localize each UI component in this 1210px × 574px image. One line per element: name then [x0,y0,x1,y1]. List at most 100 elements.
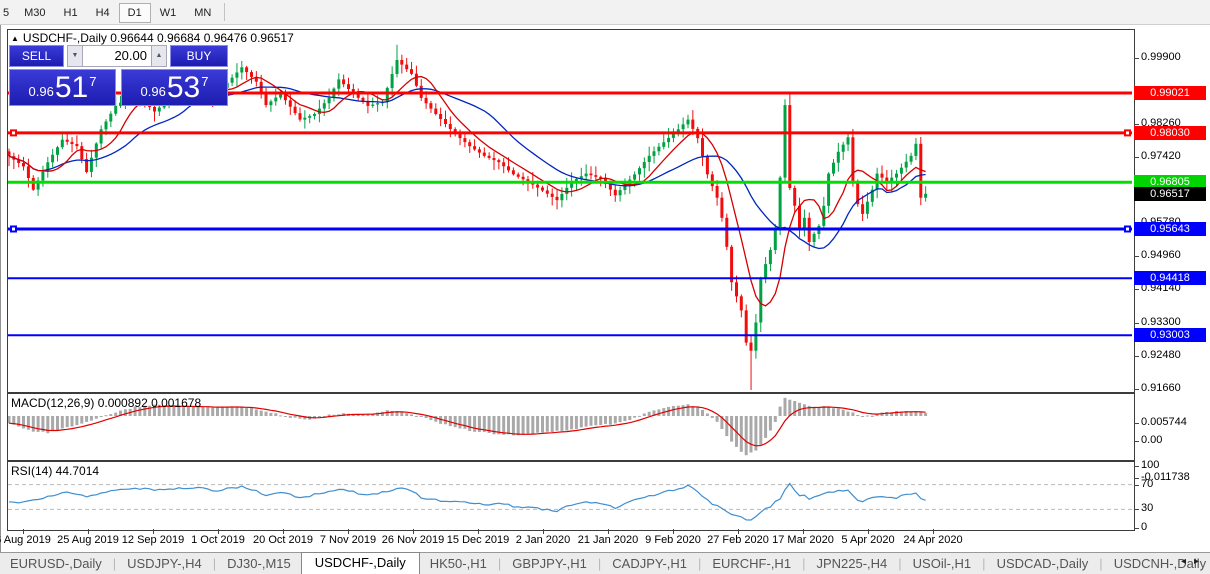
triangle-down-icon: ▼ [72,52,79,59]
rsi-indicator-panel [7,461,1135,531]
price-tick-label: 0.97420 [1141,150,1181,162]
chart-tab-usdchf-daily[interactable]: USDCHF-,Daily [301,552,420,574]
timeframe-button-5[interactable]: 5 [0,3,15,23]
rsi-chart [8,462,1132,528]
one-click-trade-panel: SELL ▼ 20.00 ▲ BUY 0.96 51 7 0.96 53 7 [9,45,228,106]
volume-decrease-button[interactable]: ▼ [67,45,83,67]
price-badge-0.94418: 0.94418 [1134,271,1206,285]
timeframe-button-mn[interactable]: MN [185,3,220,23]
buy-price-prefix: 0.96 [141,84,166,99]
timeframe-button-d1[interactable]: D1 [119,3,151,23]
date-label: 6 Aug 2019 [0,534,51,546]
price-badge-0.99021: 0.99021 [1134,86,1206,100]
chart-tab-dj30-m15[interactable]: DJ30-,M15 [217,556,301,571]
price-tick-mark [1134,323,1139,324]
volume-input[interactable]: 20.00 [83,45,151,67]
price-tick-mark [1134,389,1139,390]
chart-tab-eurusd-daily[interactable]: EURUSD-,Daily [0,556,112,571]
volume-increase-button[interactable]: ▲ [151,45,167,67]
ma-fast-line [9,77,926,306]
rsi-tick-label: 100 [1141,459,1159,471]
chart-symbol-period: USDCHF-,Daily [23,31,107,45]
tab-scroll-right-icon[interactable]: ▸ [1194,556,1207,567]
date-label: 25 Aug 2019 [57,534,119,546]
chart-tab-usdcad-daily[interactable]: USDCAD-,Daily [987,556,1099,571]
rsi-tick-label: 0 [1141,521,1147,533]
buy-button[interactable]: BUY [170,45,228,67]
price-tick-mark [1134,356,1139,357]
rsi-tick-label: 70 [1141,478,1153,490]
chart-tab-cadjpy-h1[interactable]: CADJPY-,H1 [602,556,697,571]
sell-price-big-digits: 51 [55,73,88,103]
price-tick-label: 0.91660 [1141,382,1181,394]
triangle-up-icon: ▲ [156,52,163,59]
date-label: 5 Apr 2020 [841,534,894,546]
macd-tick-mark [1134,478,1139,479]
chart-tab-usoil-h1[interactable]: USOil-,H1 [903,556,982,571]
price-badge-0.93003: 0.93003 [1134,328,1206,342]
symbol-marker-icon: ▲ [11,34,19,43]
chart-tab-gbpjpy-h1[interactable]: GBPJPY-,H1 [502,556,597,571]
date-label: 15 Dec 2019 [447,534,509,546]
rsi-line [9,484,926,521]
timeframe-button-h4[interactable]: H4 [87,3,119,23]
ma-slow-line [9,87,926,249]
timeframe-toolbar: 5M30H1H4D1W1MN [0,0,1210,25]
timeframe-button-m30[interactable]: M30 [15,3,54,23]
macd-tick-mark [1134,423,1139,424]
date-label: 1 Oct 2019 [191,534,245,546]
chart-tab-eurchf-h1[interactable]: EURCHF-,H1 [702,556,801,571]
timeframe-button-h1[interactable]: H1 [55,3,87,23]
macd-signal-line [9,406,926,446]
rsi-tick-mark [1134,485,1139,486]
date-label: 2 Jan 2020 [516,534,570,546]
sell-quote-button[interactable]: 0.96 51 7 [9,69,116,106]
date-label: 21 Jan 2020 [578,534,639,546]
buy-price-pip-digit: 7 [201,74,208,89]
price-tick-mark [1134,124,1139,125]
chart-tab-hk50-h1[interactable]: HK50-,H1 [420,556,497,571]
buy-quote-button[interactable]: 0.96 53 7 [121,69,228,106]
date-label: 7 Nov 2019 [320,534,376,546]
date-label: 24 Apr 2020 [903,534,962,546]
price-badge-0.98030: 0.98030 [1134,126,1206,140]
price-tick-mark [1134,289,1139,290]
date-label: 12 Sep 2019 [122,534,184,546]
price-tick-mark [1134,256,1139,257]
price-tick-mark [1134,157,1139,158]
price-tick-label: 0.93300 [1141,316,1181,328]
macd-label: MACD(12,26,9) 0.000892 0.001678 [11,396,201,410]
sell-button[interactable]: SELL [9,45,64,67]
macd-tick-label: 0.00 [1141,434,1162,446]
chart-tabs: EURUSD-,Daily|USDJPY-,H4|DJ30-,M15USDCHF… [0,553,1210,574]
price-badge-0.96517: 0.96517 [1134,187,1206,201]
tab-scroll-left-icon[interactable]: ◂ [1181,556,1194,567]
macd-tick-mark [1134,441,1139,442]
date-label: 27 Feb 2020 [707,534,769,546]
date-label: 26 Nov 2019 [382,534,444,546]
buy-price-big-digits: 53 [167,73,200,103]
chart-tab-usdjpy-h4[interactable]: USDJPY-,H4 [117,556,212,571]
timeframe-button-w1[interactable]: W1 [151,3,186,23]
chart-title: ▲ USDCHF-,Daily 0.96644 0.96684 0.96476 0… [11,31,294,45]
trading-terminal: 5M30H1H4D1W1MN ▲ USDCHF-,Daily 0.96644 0.… [0,0,1210,574]
rsi-tick-label: 30 [1141,502,1153,514]
chart-tab-jpn225-h4[interactable]: JPN225-,H4 [806,556,897,571]
rsi-label: RSI(14) 44.7014 [11,464,99,478]
toolbar-separator [224,3,225,21]
price-tick-mark [1134,58,1139,59]
price-badge-0.95643: 0.95643 [1134,222,1206,236]
date-label: 17 Mar 2020 [772,534,834,546]
sell-price-pip-digit: 7 [89,74,96,89]
rsi-tick-mark [1134,509,1139,510]
chart-tab-bar: EURUSD-,Daily|USDJPY-,H4|DJ30-,M15USDCHF… [0,552,1210,574]
chart-window: ▲ USDCHF-,Daily 0.96644 0.96684 0.96476 0… [0,25,1210,553]
price-tick-label: 0.99900 [1141,51,1181,63]
chart-ohlc-values: 0.96644 0.96684 0.96476 0.96517 [110,31,294,45]
date-label: 20 Oct 2019 [253,534,313,546]
date-label: 9 Feb 2020 [645,534,701,546]
tab-scroll-arrows: ◂▸ [1181,556,1207,567]
macd-tick-label: 0.005744 [1141,416,1187,428]
price-tick-label: 0.94960 [1141,249,1181,261]
sell-price-prefix: 0.96 [29,84,54,99]
